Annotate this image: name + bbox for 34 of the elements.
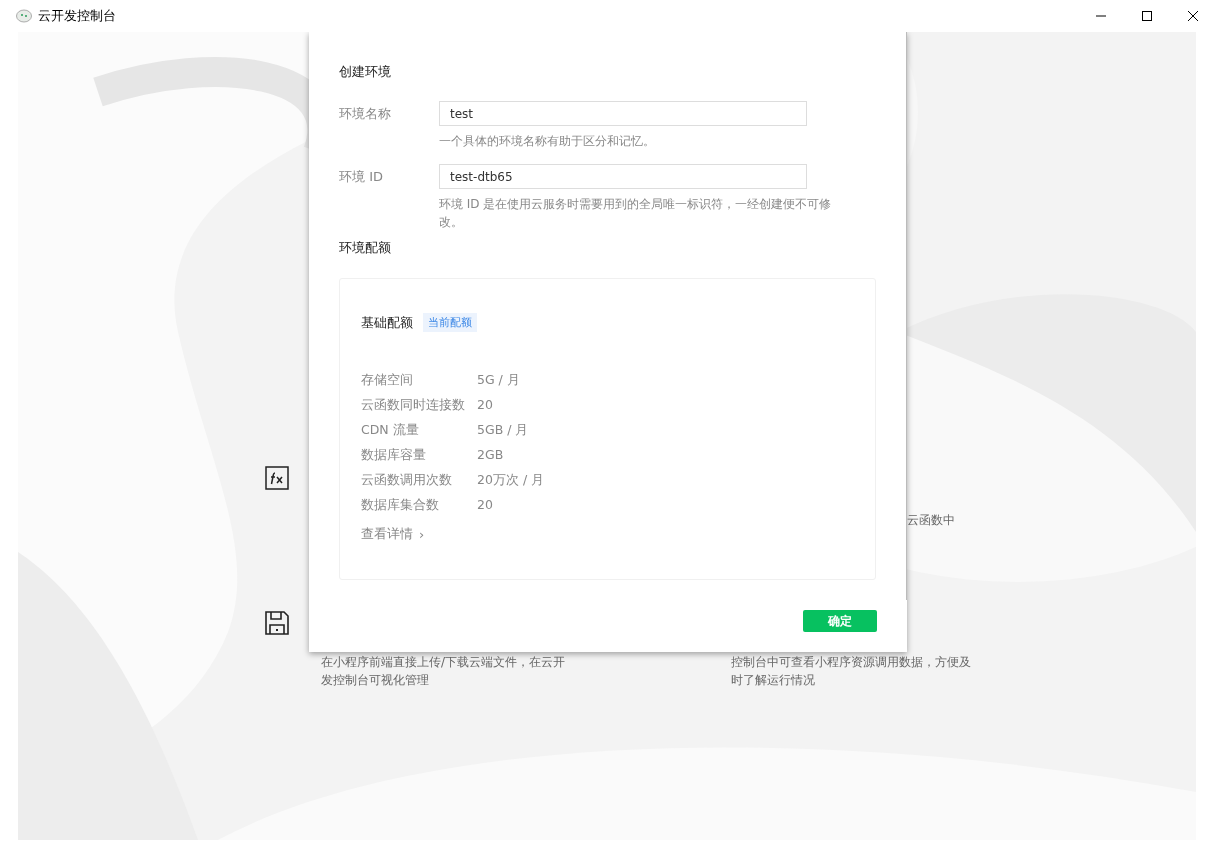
quota-label: 云函数调用次数 bbox=[361, 471, 453, 489]
quota-label: 云函数同时连接数 bbox=[361, 396, 466, 414]
app-icon bbox=[16, 9, 32, 23]
close-icon[interactable] bbox=[1188, 11, 1198, 21]
section-heading: 环境配额 bbox=[339, 239, 392, 257]
quota-value: 2GB bbox=[477, 446, 505, 464]
quota-label: 存储空间 bbox=[361, 371, 414, 389]
feature-description: 控制台中可查看小程序资源调用数据，方便及 bbox=[731, 654, 971, 671]
card-title: 基础配额 bbox=[361, 313, 413, 332]
field-hint: 一个具体的环境名称有助于区分和记忆。 bbox=[439, 133, 656, 150]
feature-description: 时了解运行情况 bbox=[731, 672, 816, 689]
details-link[interactable]: 查看详情 bbox=[361, 525, 413, 543]
quota-value: 5GB / 月 bbox=[477, 421, 530, 439]
field-label: 环境 ID bbox=[339, 168, 384, 186]
window-title: 云开发控制台 bbox=[38, 7, 116, 25]
quota-value: 20万次 / 月 bbox=[477, 471, 546, 489]
feature-description: 云函数中 bbox=[907, 512, 955, 529]
current-badge: 当前配额 bbox=[423, 313, 477, 332]
field-hint: 环境 ID 是在使用云服务时需要用到的全局唯一标识符，一经创建便不可修改。 bbox=[439, 196, 833, 231]
feature-description: 发控制台可视化管理 bbox=[321, 672, 430, 689]
quota-value: 20 bbox=[477, 496, 494, 514]
maximize-icon[interactable] bbox=[1142, 11, 1152, 21]
input-field[interactable]: test bbox=[439, 101, 807, 126]
dialog-title: 创建环境 bbox=[339, 63, 392, 81]
quota-label: CDN 流量 bbox=[361, 421, 420, 439]
field-label: 环境名称 bbox=[339, 105, 392, 123]
function-icon bbox=[265, 466, 289, 490]
quota-value: 20 bbox=[477, 396, 494, 414]
chevron-icon: › bbox=[419, 526, 425, 542]
quota-label: 数据库集合数 bbox=[361, 496, 440, 514]
input-field[interactable]: test-dtb65 bbox=[439, 164, 807, 189]
quota-label: 数据库容量 bbox=[361, 446, 427, 464]
feature-description: 在小程序前端直接上传/下载云端文件，在云开 bbox=[321, 654, 567, 671]
quota-value: 5G / 月 bbox=[477, 371, 521, 389]
